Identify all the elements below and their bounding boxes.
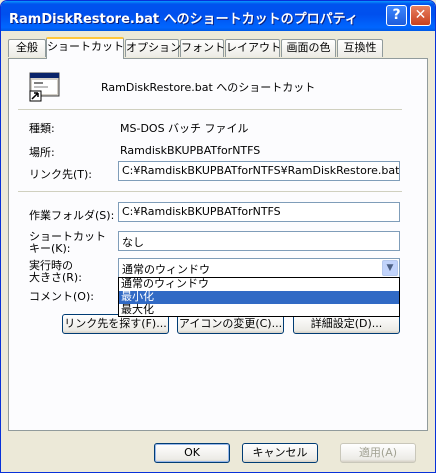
run-size-select[interactable]: 通常のウィンドウ ▼ — [118, 258, 400, 278]
location-value: RamdiskBKUPBATforNTFS — [120, 144, 261, 157]
tab-bar: 全般 ショートカット オプション フォント レイアウト 画面の色 互換性 — [1, 37, 435, 59]
tab-colors[interactable]: 画面の色 — [281, 39, 336, 57]
shortcut-key-input[interactable]: なし — [118, 231, 400, 251]
tab-layout[interactable]: レイアウト — [225, 39, 281, 57]
chevron-down-icon[interactable]: ▼ — [382, 260, 398, 276]
apply-button[interactable]: 適用(A) — [340, 443, 416, 463]
comment-label: コメント(O): — [29, 290, 94, 303]
separator — [18, 109, 402, 110]
change-icon-button[interactable]: アイコンの変更(C)... — [177, 314, 284, 334]
workdir-label: 作業フォルダ(S): — [29, 209, 115, 222]
target-input[interactable]: C:¥RamdiskBKUPBATforNTFS¥RamDiskRestore.… — [118, 161, 400, 181]
run-size-selected-value: 通常のウィンドウ — [122, 263, 210, 276]
dropdown-option-normal[interactable]: 通常のウィンドウ — [119, 278, 399, 291]
shortcut-name: RamDiskRestore.bat へのショートカット — [101, 81, 316, 94]
find-target-button[interactable]: リンク先を探す(F)... — [62, 314, 169, 334]
msdos-batch-shortcut-icon — [29, 72, 60, 102]
target-label: リンク先(T): — [29, 168, 93, 181]
tab-compatibility[interactable]: 互換性 — [337, 39, 383, 57]
ok-button[interactable]: OK — [154, 443, 230, 463]
tab-general[interactable]: 全般 — [8, 39, 46, 57]
close-button[interactable]: ✕ — [410, 5, 431, 26]
tab-shortcut[interactable]: ショートカット — [46, 37, 124, 59]
properties-window: RamDiskRestore.bat へのショートカットのプロパティ ? ✕ 全… — [0, 0, 436, 473]
type-value: MS-DOS バッチ ファイル — [120, 122, 249, 135]
run-size-dropdown-list: 通常のウィンドウ 最小化 最大化 — [118, 277, 400, 317]
dropdown-option-minimized[interactable]: 最小化 — [119, 291, 399, 304]
separator — [18, 191, 402, 192]
window-title: RamDiskRestore.bat へのショートカットのプロパティ — [9, 12, 358, 27]
type-label: 種類: — [29, 122, 55, 135]
run-size-label-line2: 大きさ(R): — [29, 271, 82, 284]
dropdown-option-maximized[interactable]: 最大化 — [119, 304, 399, 317]
location-label: 場所: — [29, 146, 55, 159]
help-button[interactable]: ? — [386, 5, 407, 26]
advanced-button[interactable]: 詳細設定(D)... — [293, 314, 400, 334]
title-bar[interactable]: RamDiskRestore.bat へのショートカットのプロパティ ? ✕ — [1, 1, 435, 31]
tab-options[interactable]: オプション — [125, 39, 181, 57]
cancel-button[interactable]: キャンセル — [242, 443, 318, 463]
shortcut-key-label-line2: キー(K): — [29, 242, 71, 255]
workdir-input[interactable]: C:¥RamdiskBKUPBATforNTFS — [118, 202, 400, 222]
tab-font[interactable]: フォント — [180, 39, 225, 57]
